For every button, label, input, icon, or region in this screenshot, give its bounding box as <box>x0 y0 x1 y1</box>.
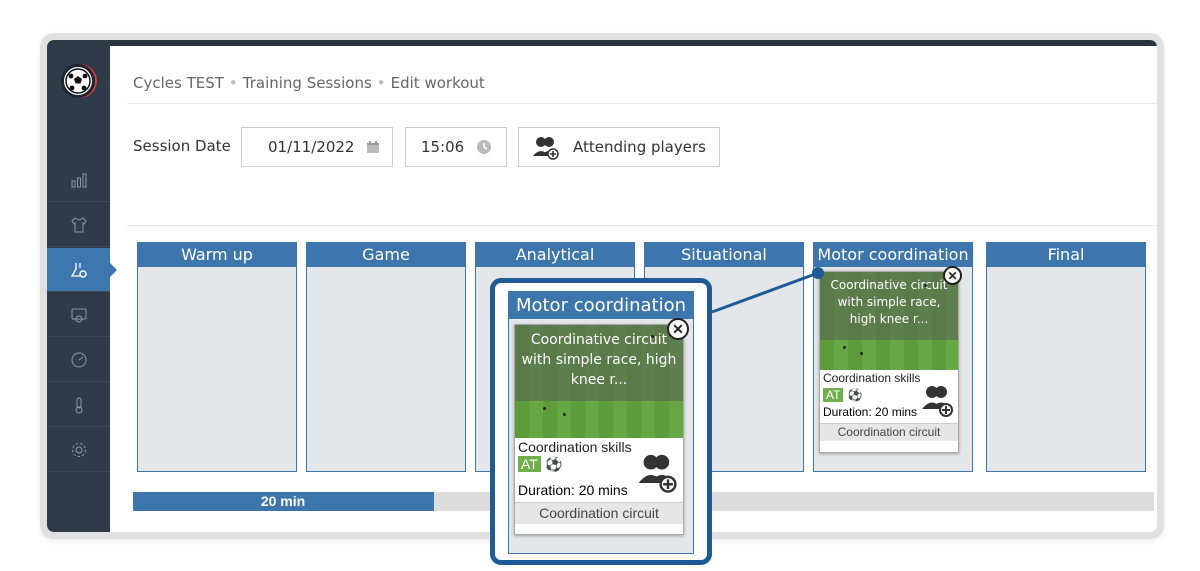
breadcrumb-cycles[interactable]: Cycles TEST <box>133 74 224 92</box>
exercise-title: Coordinative circuit with simple race, h… <box>515 325 683 401</box>
column-warm-up[interactable]: Warm up <box>137 242 297 472</box>
session-time-input[interactable]: 15:06 <box>405 127 507 167</box>
session-date-label: Session Date <box>133 137 231 155</box>
sidebar-item-stats[interactable] <box>47 158 110 202</box>
breadcrumb-separator: • <box>228 74 238 92</box>
flask-gear-icon <box>70 262 87 278</box>
sidebar-item-team[interactable] <box>47 203 110 247</box>
exercise-category: Coordination circuit <box>515 502 683 524</box>
column-header: Motor coordination <box>814 243 972 267</box>
session-date-input[interactable]: 01/11/2022 <box>241 127 393 167</box>
add-players-icon[interactable] <box>920 382 954 423</box>
column-header: Situational <box>645 243 803 267</box>
column-header: Final <box>987 243 1145 267</box>
zoom-callout: Motor coordination Coordinative circuit … <box>490 278 712 565</box>
calendar-icon[interactable] <box>366 140 380 154</box>
callout-header: Motor coordination <box>509 292 693 319</box>
exercise-tag: AT <box>518 456 541 472</box>
exercise-category: Coordination circuit <box>820 423 958 441</box>
column-motor-coordination[interactable]: Motor coordination Coordinative circuit … <box>813 242 973 472</box>
exercise-meta: AT ⚽ <box>820 386 958 417</box>
speedometer-icon <box>71 352 86 367</box>
ball-icon: ⚽ <box>847 388 863 402</box>
exercise-card-zoomed[interactable]: Coordinative circuit with simple race, h… <box>514 318 689 535</box>
top-bar <box>110 40 1157 46</box>
sidebar-item-settings[interactable] <box>47 428 110 472</box>
column-final[interactable]: Final <box>986 242 1146 472</box>
attending-players-button[interactable]: Attending players <box>518 127 720 167</box>
column-header: Analytical <box>476 243 634 267</box>
whistle-icon <box>71 308 86 322</box>
add-players-icon <box>531 134 561 160</box>
ball-icon: ⚽ <box>545 456 563 472</box>
column-header: Game <box>307 243 465 267</box>
session-time-value: 15:06 <box>421 138 465 156</box>
breadcrumb-edit-workout: Edit workout <box>390 74 485 92</box>
exercise-image: Coordinative circuit with simple race, h… <box>515 325 683 438</box>
close-icon[interactable]: ✕ <box>943 266 962 285</box>
exercise-image: Coordinative circuit with simple race, h… <box>820 272 958 370</box>
add-players-icon[interactable] <box>636 450 678 499</box>
breadcrumb-training-sessions[interactable]: Training Sessions <box>243 74 372 92</box>
column-game[interactable]: Game <box>306 242 466 472</box>
exercise-title: Coordinative circuit with simple race, h… <box>820 272 958 340</box>
divider <box>127 103 1157 104</box>
divider <box>127 225 1157 226</box>
exercise-card[interactable]: Coordinative circuit with simple race, h… <box>819 266 962 453</box>
exercise-tag: AT <box>823 388 844 402</box>
clock-icon[interactable] <box>476 139 492 155</box>
settings-icon <box>71 442 86 457</box>
close-icon[interactable]: ✕ <box>667 318 689 340</box>
sidebar <box>47 40 117 532</box>
attending-players-label: Attending players <box>573 138 706 156</box>
soccer-ball-icon <box>65 68 91 94</box>
session-date-value: 01/11/2022 <box>268 138 355 156</box>
breadcrumb-separator: • <box>376 74 386 92</box>
sidebar-item-health[interactable] <box>47 383 110 427</box>
sidebar-item-performance[interactable] <box>47 338 110 382</box>
breadcrumb: Cycles TEST • Training Sessions • Edit worko… <box>133 74 485 92</box>
bar-chart-icon <box>71 173 86 187</box>
exercise-meta: AT ⚽ <box>515 454 683 493</box>
sidebar-item-training[interactable] <box>47 293 110 337</box>
app-logo[interactable] <box>61 64 95 98</box>
duration-progress-label: 20 min <box>260 493 306 509</box>
thermometer-icon <box>75 397 82 413</box>
jersey-icon <box>70 216 87 232</box>
column-header: Warm up <box>138 243 296 267</box>
sidebar-item-workouts[interactable] <box>47 248 117 292</box>
callout-column: Motor coordination Coordinative circuit … <box>508 291 694 554</box>
